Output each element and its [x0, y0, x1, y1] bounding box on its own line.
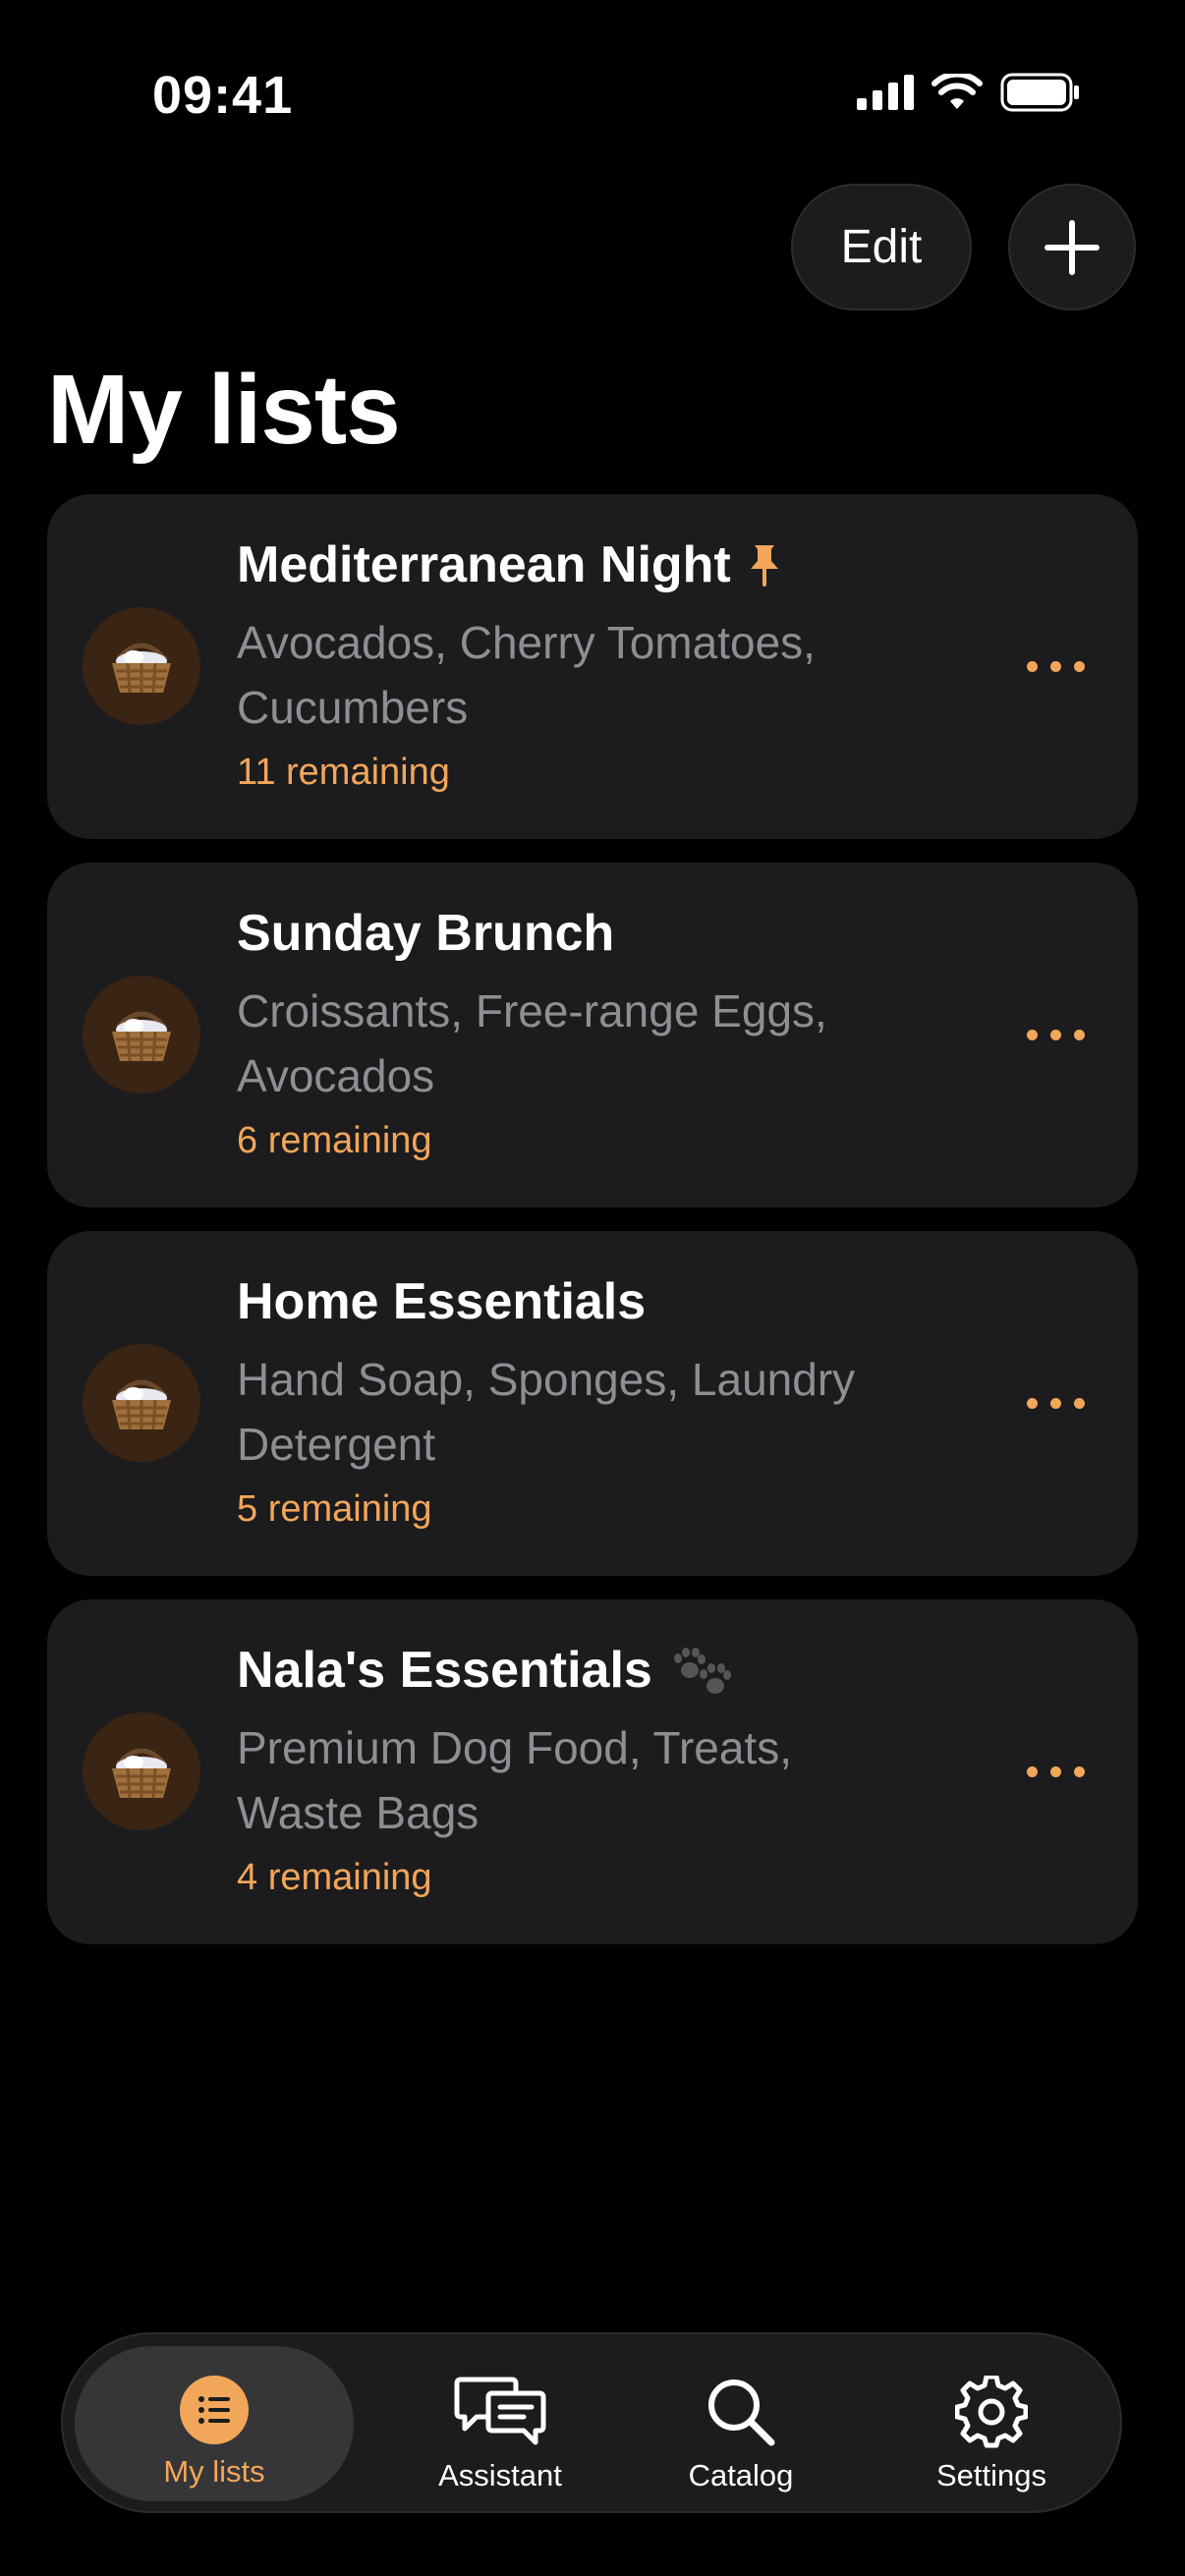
basket-icon: [83, 976, 200, 1093]
search-icon: [708, 2380, 775, 2446]
more-options-button[interactable]: [1027, 1757, 1085, 1786]
dot: [1050, 660, 1061, 672]
status-time: 09:41: [152, 66, 294, 125]
dot: [1027, 1029, 1038, 1040]
list-items-preview: Premium Dog Food, Treats, Waste Bags: [237, 1722, 792, 1838]
basket-icon: [83, 607, 200, 725]
remaining-count: 6 remaining: [237, 1120, 432, 1161]
list-card[interactable]: Mediterranean Night Avocados, Cherry Tom…: [47, 494, 1138, 839]
list-title-text: Sunday Brunch: [237, 905, 615, 962]
dot: [1027, 660, 1038, 672]
list-card[interactable]: Sunday Brunch Croissants, Free-range Egg…: [47, 863, 1138, 1207]
list-card[interactable]: Nala's Essentials Premium Dog Food, Trea…: [47, 1599, 1138, 1944]
more-options-button[interactable]: [1027, 1388, 1085, 1418]
tab-my-lists[interactable]: My lists: [75, 2346, 354, 2501]
remaining-count: 11 remaining: [237, 752, 450, 793]
tab-label: Catalog: [688, 2458, 794, 2492]
status-icons: [857, 73, 1081, 112]
screen: 09:41 Edit My lists Mediterranean Night …: [0, 0, 1185, 2576]
dot: [1074, 660, 1085, 672]
tab-catalog[interactable]: Catalog: [648, 2346, 834, 2501]
battery-icon: [1000, 73, 1079, 112]
wifi-icon: [931, 74, 983, 109]
remaining-count: 5 remaining: [237, 1488, 432, 1530]
dot: [1050, 1029, 1061, 1040]
list-items-preview: Hand Soap, Sponges, Laundry Detergent: [237, 1354, 856, 1470]
list-title: Home Essentials: [237, 1272, 646, 1331]
more-options-button[interactable]: [1027, 651, 1085, 681]
basket-icon: [83, 1344, 200, 1462]
list-icon: [180, 2376, 249, 2444]
tab-bar: My lists Assistant Catalog Settings: [61, 2332, 1122, 2513]
gear-icon: [955, 2376, 1028, 2448]
list-card[interactable]: Home Essentials Hand Soap, Sponges, Laun…: [47, 1231, 1138, 1576]
tab-label: Assistant: [438, 2458, 562, 2492]
dot: [1050, 1765, 1061, 1777]
page-title: My lists: [47, 355, 401, 465]
add-list-button[interactable]: [1008, 184, 1136, 310]
cellular-signal-icon: [857, 75, 914, 110]
dot: [1074, 1029, 1085, 1040]
list-title-text: Mediterranean Night: [237, 536, 731, 593]
list-title-text: Nala's Essentials: [237, 1642, 652, 1699]
basket-icon: [83, 1712, 200, 1830]
list-title: Sunday Brunch: [237, 904, 614, 963]
list-title-text: Home Essentials: [237, 1273, 647, 1330]
lists-container: Mediterranean Night Avocados, Cherry Tom…: [47, 494, 1138, 1968]
tab-label: My lists: [163, 2454, 265, 2489]
list-items-preview: Avocados, Cherry Tomatoes, Cucumbers: [237, 617, 816, 733]
chat-icon: [454, 2377, 546, 2445]
pin-icon: [750, 545, 778, 587]
more-options-button[interactable]: [1027, 1020, 1085, 1049]
remaining-count: 4 remaining: [237, 1857, 432, 1898]
plus-icon: [1044, 219, 1100, 275]
list-title: Nala's Essentials: [237, 1641, 737, 1700]
dot: [1027, 1397, 1038, 1409]
dot: [1074, 1765, 1085, 1777]
dot: [1050, 1397, 1061, 1409]
dot: [1027, 1765, 1038, 1777]
dot: [1074, 1397, 1085, 1409]
tab-label: Settings: [935, 2458, 1046, 2492]
list-title: Mediterranean Night: [237, 535, 782, 594]
tab-settings[interactable]: Settings: [898, 2346, 1085, 2501]
list-items-preview: Croissants, Free-range Eggs, Avocados: [237, 985, 827, 1101]
paw-icon: [673, 1648, 731, 1694]
edit-button[interactable]: Edit: [791, 184, 972, 310]
tab-assistant[interactable]: Assistant: [397, 2346, 603, 2501]
